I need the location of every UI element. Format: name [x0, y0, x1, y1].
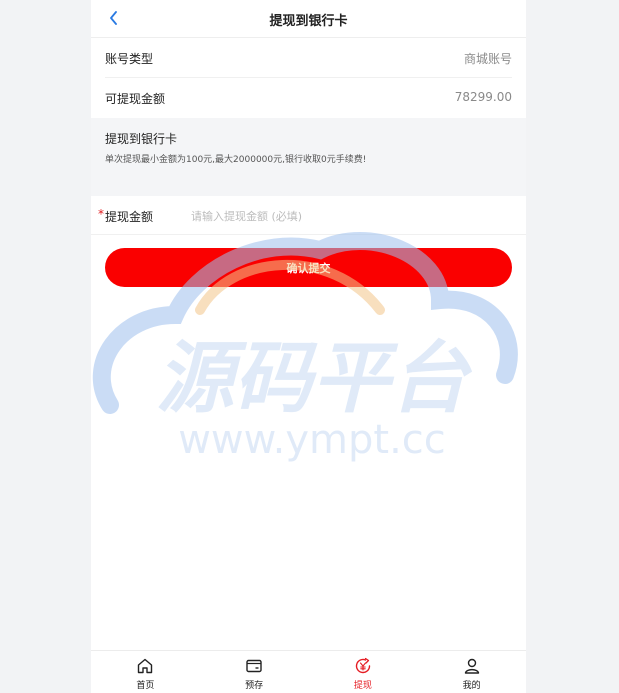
user-icon: [463, 657, 481, 675]
page-title: 提现到银行卡: [269, 14, 348, 29]
tab-mine-label: 我的: [462, 681, 481, 691]
info-description: 单次提现最小金额为100元,最大2000000元,银行收取0元手续费!: [105, 155, 367, 165]
required-mark: *: [98, 207, 104, 221]
amount-input[interactable]: [189, 204, 493, 228]
account-type-label: 账号类型: [105, 52, 154, 66]
submit-button[interactable]: 确认提交: [105, 248, 512, 287]
amount-label: 提现金额: [105, 210, 154, 224]
tab-home[interactable]: 首页: [91, 651, 200, 693]
wallet-icon: [245, 657, 263, 675]
info-title: 提现到银行卡: [105, 132, 178, 146]
tab-deposit-label: 预存: [245, 681, 264, 691]
tab-home-label: 首页: [136, 681, 155, 691]
tab-deposit[interactable]: 预存: [200, 651, 309, 693]
content-area: [91, 235, 526, 650]
tab-mine[interactable]: 我的: [417, 651, 526, 693]
balance-label: 可提现金额: [105, 92, 166, 106]
account-type-row: 账号类型 商城账号: [91, 38, 526, 78]
home-icon: [136, 657, 154, 675]
withdraw-info-panel: 提现到银行卡 单次提现最小金额为100元,最大2000000元,银行收取0元手续…: [91, 118, 526, 196]
app-screen: 提现到银行卡 账号类型 商城账号 可提现金额 78299.00 提现到银行卡 单…: [91, 0, 526, 693]
nav-bar: 提现到银行卡: [91, 0, 526, 38]
tab-withdraw[interactable]: 提现: [309, 651, 418, 693]
withdraw-icon: [354, 657, 372, 675]
balance-row: 可提现金额 78299.00: [91, 78, 526, 118]
amount-row: * 提现金额: [91, 196, 526, 235]
tab-bar: 首页 预存 提现 我的: [91, 650, 526, 693]
tab-withdraw-label: 提现: [353, 681, 372, 691]
balance-value: 78299.00: [454, 90, 512, 104]
account-type-value: 商城账号: [463, 52, 512, 66]
